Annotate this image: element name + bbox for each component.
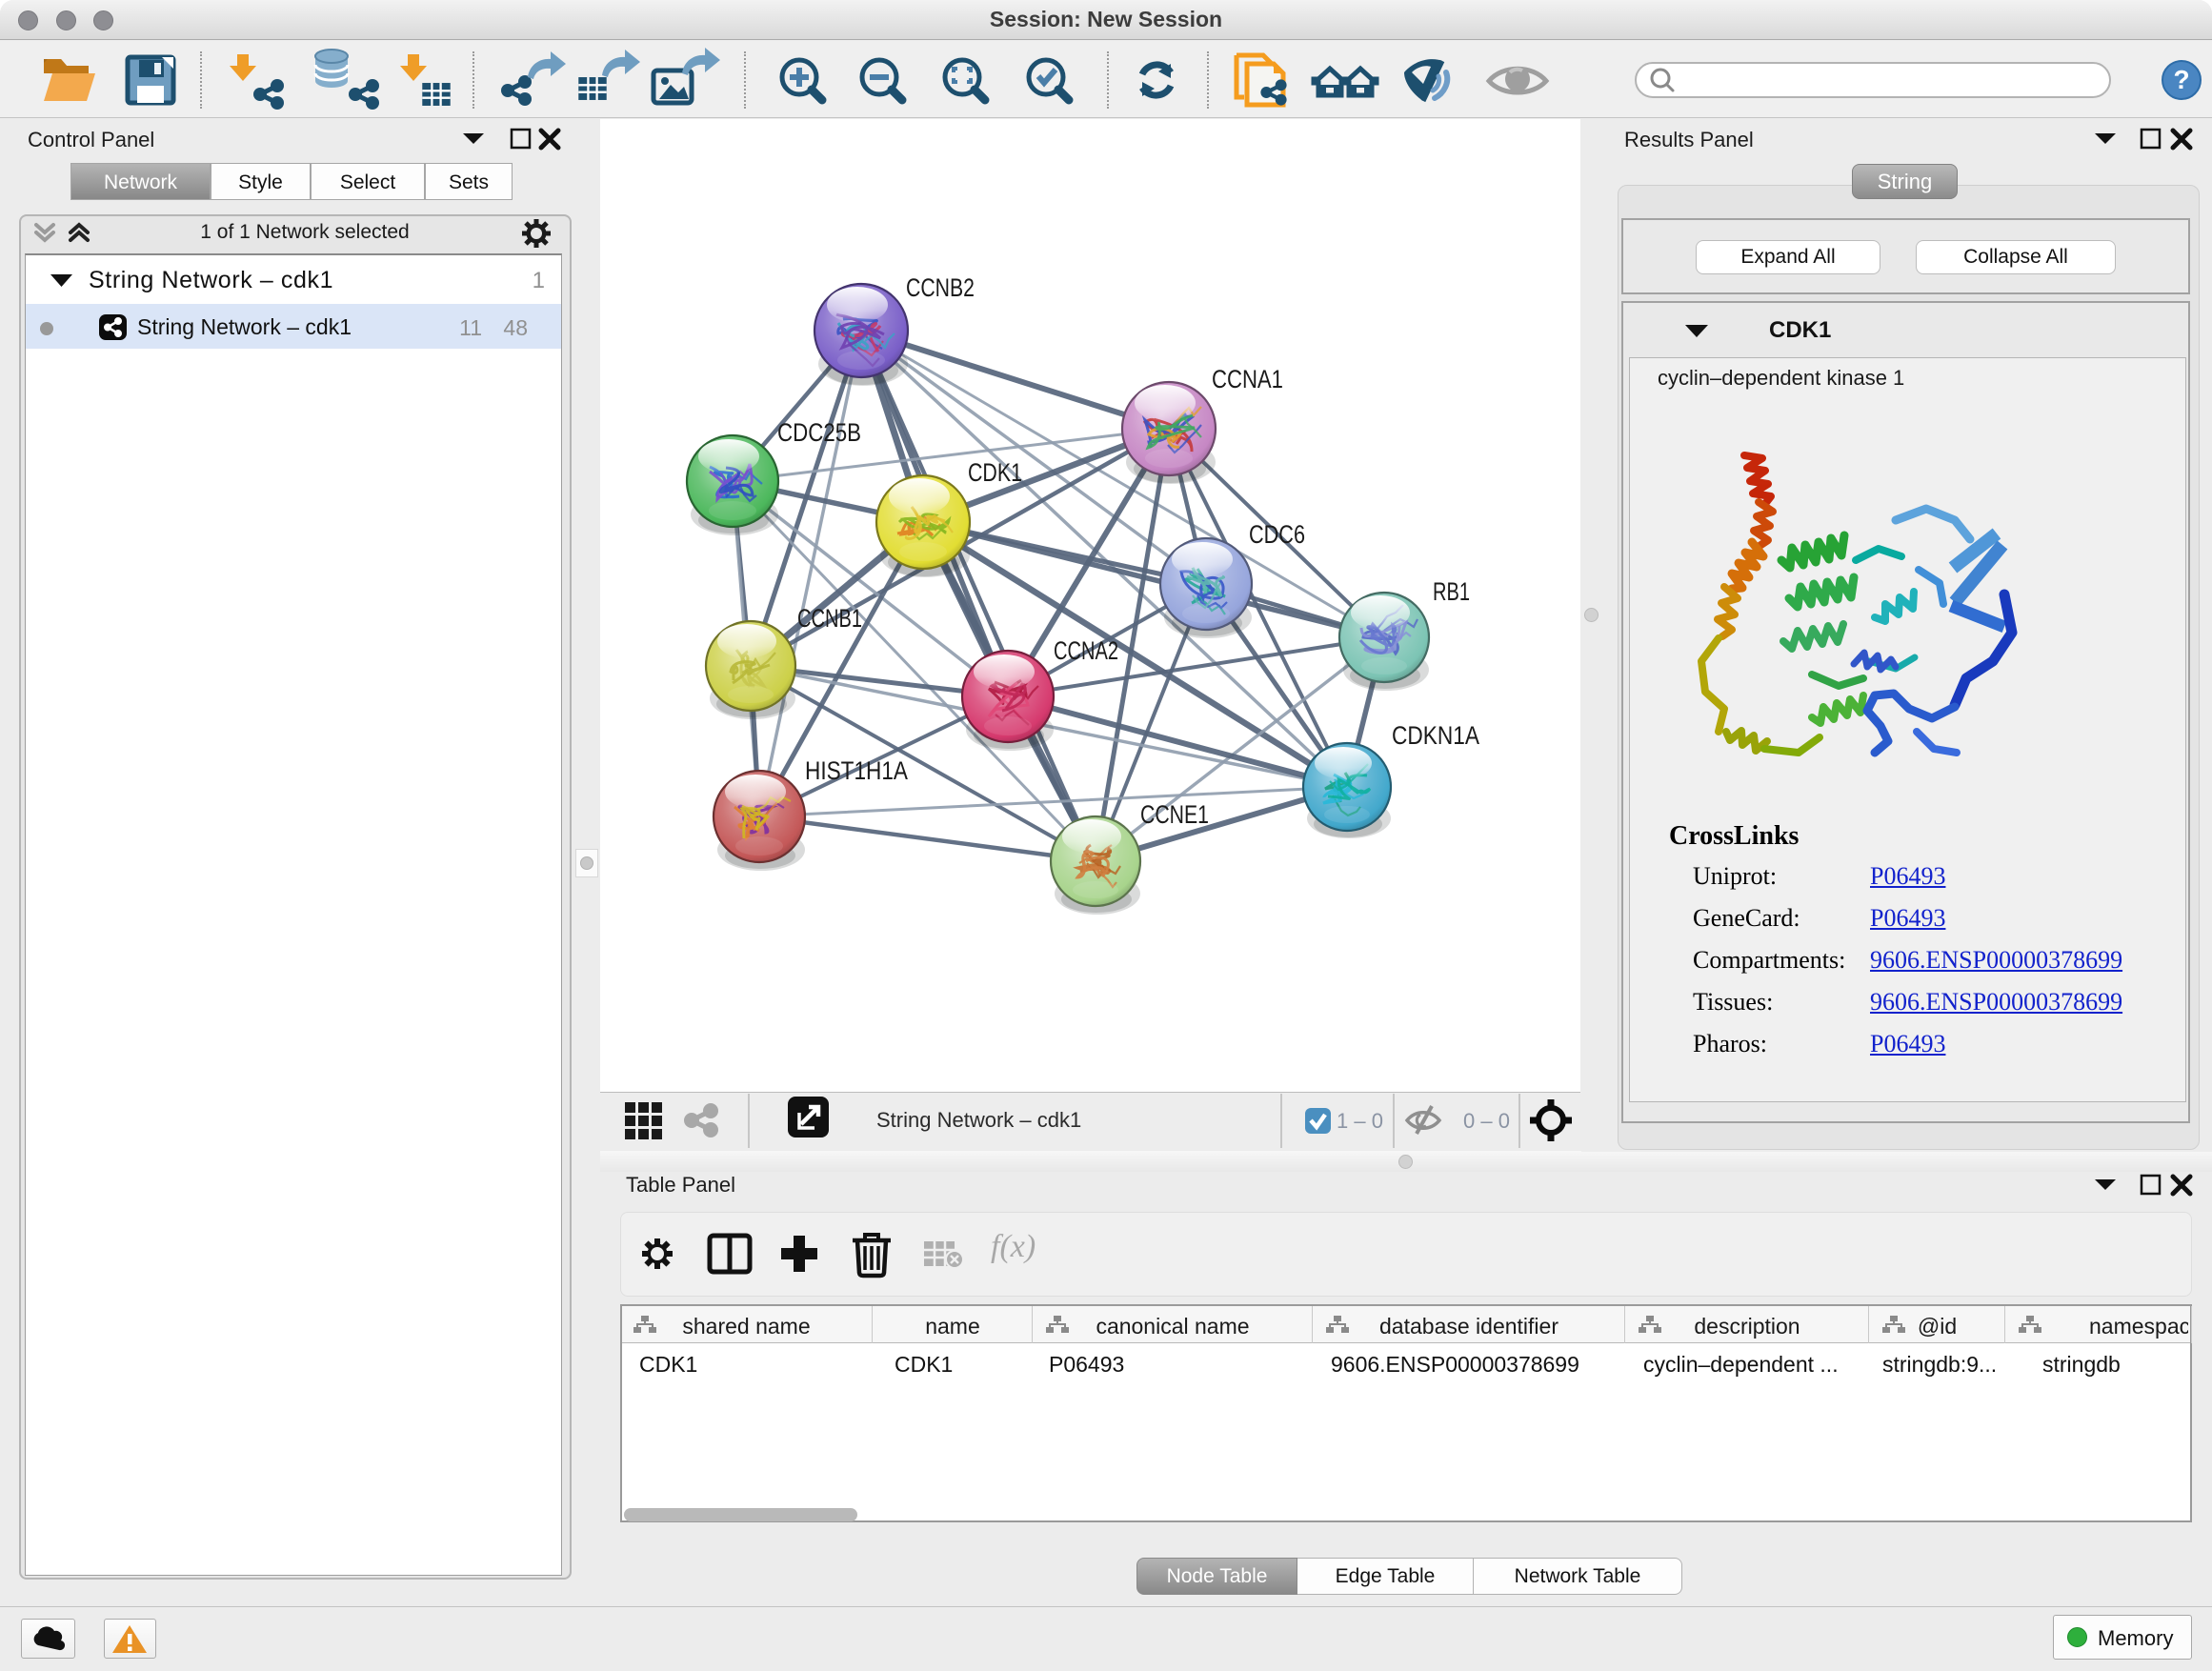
svg-text:CDKN1A: CDKN1A (1392, 721, 1479, 750)
svg-text:CCNA1: CCNA1 (1212, 365, 1283, 393)
svg-text:CDC25B: CDC25B (777, 418, 861, 447)
svg-text:CCNB1: CCNB1 (797, 604, 862, 633)
svg-text:CCNB2: CCNB2 (906, 273, 975, 302)
svg-text:CCNA2: CCNA2 (1054, 636, 1118, 665)
svg-text:CDC6: CDC6 (1249, 520, 1305, 549)
svg-text:?: ? (2173, 65, 2189, 94)
svg-text:HIST1H1A: HIST1H1A (805, 756, 908, 785)
svg-text:RB1: RB1 (1433, 577, 1470, 606)
svg-text:CDK1: CDK1 (968, 458, 1022, 487)
svg-text:CCNE1: CCNE1 (1140, 800, 1209, 829)
